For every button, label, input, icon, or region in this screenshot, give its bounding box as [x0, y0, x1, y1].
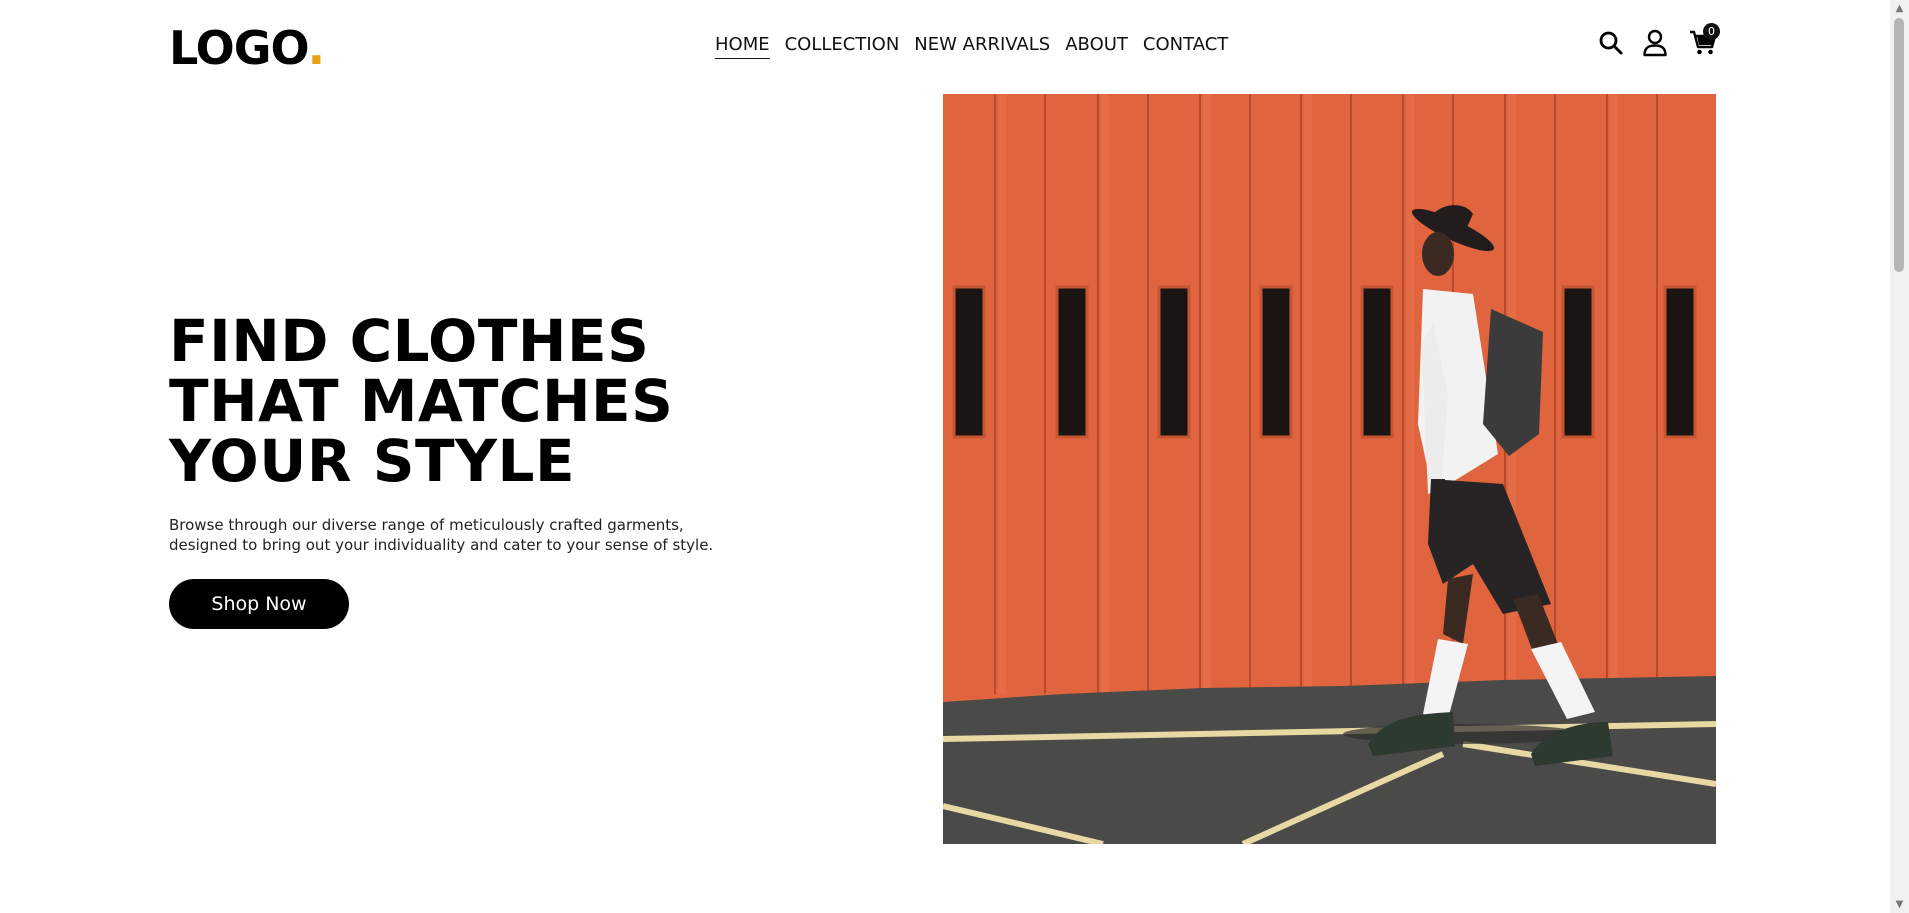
hero-title-line: YOUR STYLE — [169, 427, 576, 495]
search-button[interactable] — [1596, 28, 1626, 58]
main-nav: HOME COLLECTION NEW ARRIVALS ABOUT CONTA… — [715, 34, 1228, 59]
nav-new-arrivals[interactable]: NEW ARRIVALS — [914, 34, 1050, 59]
hero-description: Browse through our diverse range of meti… — [169, 515, 714, 555]
nav-about[interactable]: ABOUT — [1065, 34, 1128, 59]
nav-home[interactable]: HOME — [715, 34, 770, 59]
logo[interactable]: LOGO. — [169, 18, 326, 78]
account-button[interactable] — [1640, 28, 1670, 58]
cart-count-badge: 0 — [1703, 23, 1720, 40]
hero-photo-illustration — [943, 94, 1716, 844]
scroll-up-arrow-icon[interactable]: ▲ — [1890, 0, 1909, 17]
shop-now-button[interactable]: Shop Now — [169, 579, 349, 629]
scroll-down-arrow-icon[interactable]: ▼ — [1890, 896, 1909, 913]
hero-title-line: FIND CLOTHES — [169, 307, 650, 375]
page: LOGO. HOME COLLECTION NEW ARRIVALS ABOUT… — [0, 0, 1890, 913]
hero-title: FIND CLOTHES THAT MATCHES YOUR STYLE — [169, 311, 673, 491]
logo-text: LOGO — [169, 21, 309, 75]
hero-image — [943, 94, 1716, 844]
search-icon — [1599, 31, 1623, 55]
logo-dot: . — [307, 21, 326, 75]
hero-title-line: THAT MATCHES — [169, 367, 674, 435]
nav-collection[interactable]: COLLECTION — [785, 34, 900, 59]
nav-contact[interactable]: CONTACT — [1143, 34, 1228, 59]
hero-description-line: Browse through our diverse range of meti… — [169, 516, 684, 534]
scrollbar-thumb[interactable] — [1894, 18, 1904, 272]
user-icon — [1643, 29, 1667, 57]
page-scrollbar[interactable]: ▲ ▼ — [1890, 0, 1909, 913]
hero-description-line: designed to bring out your individuality… — [169, 536, 714, 554]
